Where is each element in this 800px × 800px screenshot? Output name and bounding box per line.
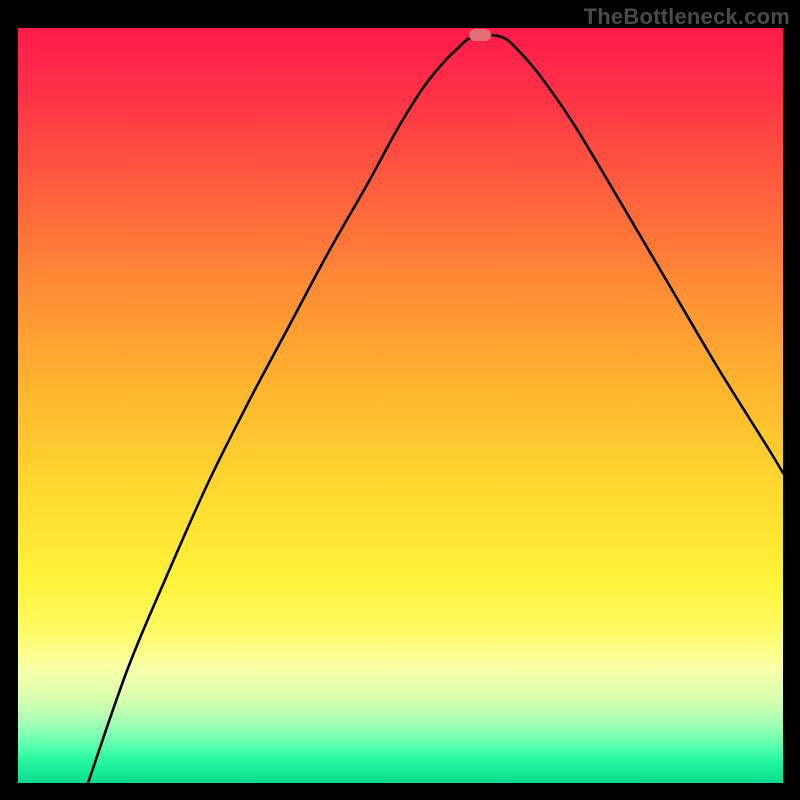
watermark-text: TheBottleneck.com (584, 4, 790, 30)
minimum-marker (469, 29, 491, 41)
chart-frame: TheBottleneck.com (0, 0, 800, 800)
bottleneck-curve (18, 28, 783, 783)
plot-area (18, 28, 783, 783)
